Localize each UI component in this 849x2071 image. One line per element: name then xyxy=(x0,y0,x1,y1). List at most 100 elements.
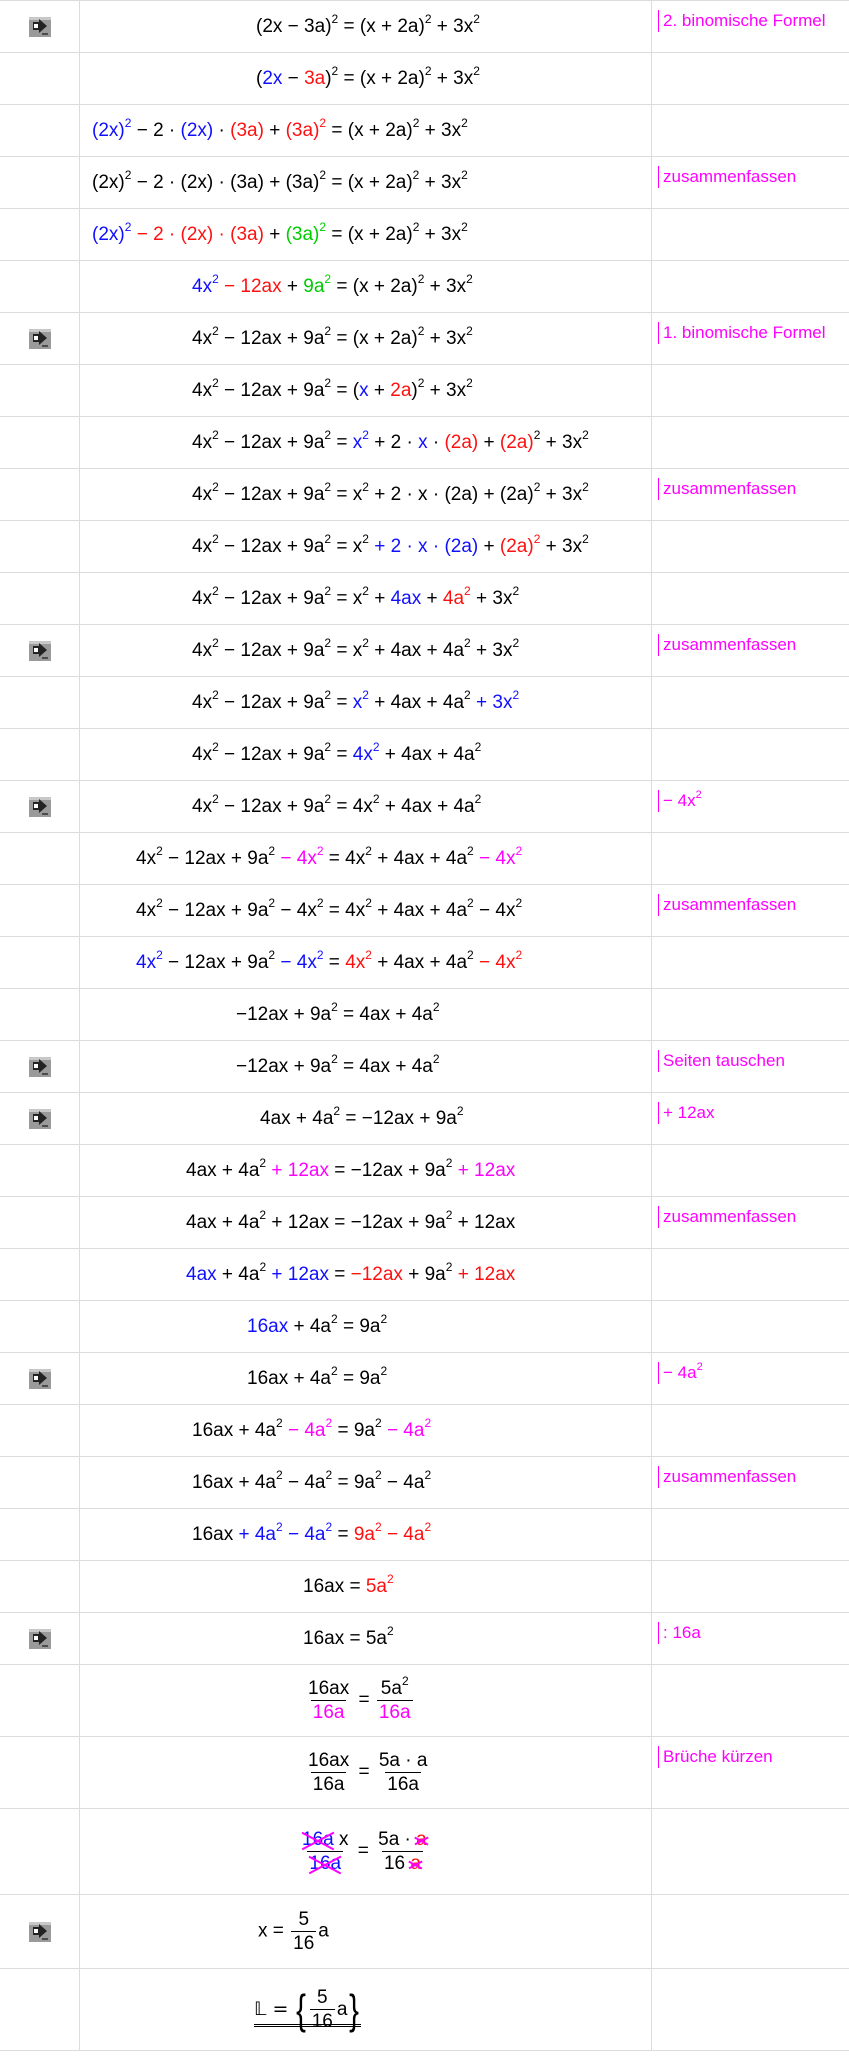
term: 4x xyxy=(192,744,213,765)
term: = xyxy=(331,432,353,453)
term: · xyxy=(427,432,445,453)
term: 4x xyxy=(136,848,157,869)
comment-cell xyxy=(652,1145,849,1196)
equation-cell: 4x2 − 12ax + 9a2 − 4x2 = 4x2 + 4ax + 4a2… xyxy=(80,937,652,988)
term: − 4x xyxy=(280,952,317,973)
numerator: 5a2 xyxy=(379,1675,411,1700)
comment-cell: − 4a2 xyxy=(652,1353,849,1404)
term: 4ax xyxy=(390,588,422,609)
comment-cell xyxy=(652,105,849,156)
term: + 12ax xyxy=(452,1212,516,1233)
equation: 4ax + 4a2 + 12ax = −12ax + 9a2 + 12ax xyxy=(80,1157,515,1180)
term: − 4a xyxy=(381,1472,425,1493)
comment-cell: zusammenfassen xyxy=(652,625,849,676)
equation: 4x2 − 12ax + 9a2 − 4x2 = 4x2 + 4ax + 4a2… xyxy=(80,949,522,973)
table-row: 16ax + 4a2 = 9a2− 4a2 xyxy=(0,1353,849,1405)
exponent: 2 xyxy=(212,376,219,390)
step-icon-cell xyxy=(0,1,80,52)
numerator: 16ax xyxy=(306,1751,351,1772)
term: x xyxy=(352,432,363,453)
equation: 4x2 − 12ax + 9a2 − 4x2 = 4x2 + 4ax + 4a2… xyxy=(80,897,522,921)
step-icon-cell xyxy=(0,105,80,156)
comment-cell xyxy=(652,1895,849,1968)
brace-close-glyph: } xyxy=(349,1985,360,2033)
term: = 4ax + 4a xyxy=(337,1056,433,1077)
term: + 3x xyxy=(419,172,462,193)
term: = 9a xyxy=(332,1420,375,1441)
exponent: 2 xyxy=(331,1000,338,1014)
comment-cell xyxy=(652,1509,849,1560)
comment-text: 1. binomische Formel xyxy=(663,323,826,342)
exponent: 2 xyxy=(362,480,369,494)
term: + 3x xyxy=(540,484,583,505)
term: + 2 · x · (2a) xyxy=(374,536,479,557)
term: 4x xyxy=(136,900,157,921)
equation: 16ax 16a = 5a2 16a xyxy=(308,1674,413,1723)
denominator-text: 16a xyxy=(378,1702,411,1723)
equation-cell: 16ax + 4a2 − 4a2 = 9a2 − 4a2 xyxy=(80,1509,652,1560)
table-row: 16ax = 5a2 xyxy=(0,1561,849,1613)
term: = (x + 2a) xyxy=(326,224,413,245)
step-icon-cell xyxy=(0,781,80,832)
step-arrow-icon[interactable] xyxy=(28,1628,52,1650)
comment-text: zusammenfassen xyxy=(663,167,797,186)
term: 16ax + 4a xyxy=(192,1472,276,1493)
comment-cell: Seiten tauschen xyxy=(652,1041,849,1092)
exponent: 2 xyxy=(212,532,219,546)
comment-cell: zusammenfassen xyxy=(652,1457,849,1508)
term: 16ax = xyxy=(303,1576,366,1597)
equation-cell: 4ax + 4a2 + 12ax = −12ax + 9a2 + 12ax xyxy=(80,1145,652,1196)
equation: 16ax + 4a2 − 4a2 = 9a2 − 4a2 xyxy=(80,1417,431,1441)
term: − 12ax + 9a xyxy=(218,328,325,349)
cancelled-term: a xyxy=(416,1829,427,1850)
exponent: 2 xyxy=(276,1520,283,1534)
term: − 12ax + 9a xyxy=(162,900,269,921)
step-arrow-icon[interactable] xyxy=(28,1108,52,1130)
comment-text: 2. binomische Formel xyxy=(663,11,826,30)
exponent: 2 xyxy=(473,64,480,78)
exponent: 2 xyxy=(362,636,369,650)
term: + 4ax + 4a xyxy=(371,952,468,973)
exponent: 2 xyxy=(512,636,520,650)
term: − 12ax + 9a xyxy=(218,432,325,453)
step-arrow-icon[interactable] xyxy=(28,328,52,350)
step-arrow-icon[interactable] xyxy=(28,1921,52,1943)
term: − 4a xyxy=(386,1524,425,1545)
equation-cell: 16ax + 4a2 − 4a2 = 9a2 − 4a2 xyxy=(80,1405,652,1456)
fraction: 5a · a 16 a xyxy=(376,1830,429,1873)
term: − 4x xyxy=(275,900,317,921)
term: x xyxy=(352,692,363,713)
comment-cell xyxy=(652,1405,849,1456)
exponent: 2 xyxy=(374,1468,382,1482)
equation: −12ax + 9a2 = 4ax + 4a2 xyxy=(80,1053,440,1077)
fraction: 16a x 16a xyxy=(300,1830,350,1873)
table-row: (2x)2 − 2 · (2x) · (3a) + (3a)2 = (x + 2… xyxy=(0,209,849,261)
step-icon-cell xyxy=(0,1561,80,1612)
table-row: 4x2 − 12ax + 9a2 = x2 + 2 · x · (2a) + (… xyxy=(0,417,849,469)
comment-cell: zusammenfassen xyxy=(652,885,849,936)
numerator-text: 16ax xyxy=(308,1678,350,1699)
step-arrow-icon[interactable] xyxy=(28,1056,52,1078)
equation-cell: 16ax = 5a2 xyxy=(80,1561,652,1612)
step-arrow-icon[interactable] xyxy=(28,16,52,38)
step-icon-cell xyxy=(0,1613,80,1664)
step-arrow-icon[interactable] xyxy=(28,796,52,818)
step-arrow-icon[interactable] xyxy=(28,1368,52,1390)
step-arrow-icon[interactable] xyxy=(28,640,52,662)
numerator-text: 5a xyxy=(380,1678,402,1699)
exponent: 2 xyxy=(464,688,471,702)
exponent: 2 xyxy=(461,168,468,182)
comment-text: zusammenfassen xyxy=(663,479,797,498)
term: = x xyxy=(331,484,363,505)
equation: 16ax = 5a2 xyxy=(80,1573,394,1597)
term: − xyxy=(282,68,305,89)
equation-rhs: a xyxy=(318,1920,329,1942)
step-icon-cell xyxy=(0,1353,80,1404)
table-row: (2x)2 − 2 · (2x) · (3a) + (3a)2 = (x + 2… xyxy=(0,157,849,209)
step-icon-cell xyxy=(0,833,80,884)
term: = −12ax + 9a xyxy=(340,1108,457,1129)
term: = 4x xyxy=(331,796,373,817)
equation-cell: 16ax 16a = 5a · a 16a xyxy=(80,1737,652,1808)
equation: 4x2 − 12ax + 9a2 = x2 + 2 · x · (2a) + (… xyxy=(80,429,589,453)
term: + 4ax + 4a xyxy=(368,692,465,713)
